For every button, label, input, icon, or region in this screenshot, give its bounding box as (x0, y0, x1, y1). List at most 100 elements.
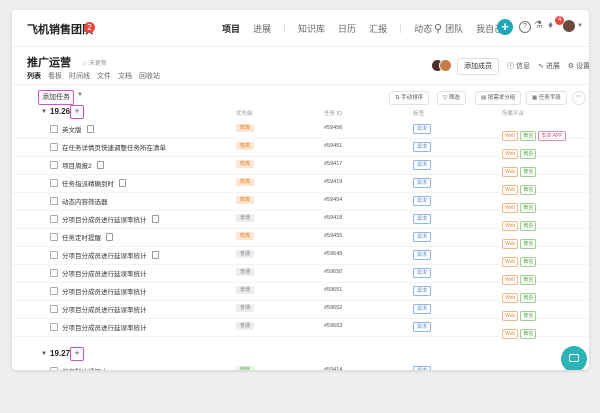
task-checkbox[interactable] (50, 125, 58, 133)
table-row[interactable]: 分项目分成员进行延误率统计 普通 #59651 需求 Web 微信 (12, 282, 589, 303)
table-row[interactable]: 分项目分成员进行延误率统计 普通 #59650 需求 Web 微信 (12, 264, 589, 285)
platform-list[interactable]: Web 微信 (502, 322, 538, 340)
group-button[interactable]: ▤ 按需求分组 (475, 91, 522, 105)
task-name[interactable]: 任务默认通知人 (62, 366, 108, 370)
task-checkbox[interactable] (50, 287, 58, 295)
table-row[interactable]: 分项目分成员进行延误率统计 普通 #59418 需求 Web 微信 (12, 210, 589, 231)
group-header[interactable]: ▼ 19.27 + (12, 346, 589, 362)
tab-kanban[interactable]: 看板 (48, 73, 62, 80)
tab-files[interactable]: 文件 (97, 73, 111, 80)
task-name[interactable]: 动态内容筛选器 (62, 196, 108, 206)
tag-badge[interactable]: 需求 (413, 160, 432, 170)
table-row[interactable]: 任务指派精确到时 较高 #59419 需求 Web 微信 (12, 174, 589, 195)
priority-badge[interactable]: 较高 (236, 124, 255, 132)
tag-badge[interactable]: 需求 (413, 286, 432, 296)
chat-icon[interactable] (561, 346, 587, 370)
tag-badge[interactable]: 需求 (413, 304, 432, 314)
chevron-down-icon[interactable]: ▼ (77, 92, 83, 98)
table-row[interactable]: 在任务详情页快速调整任务所在清单 较高 #59451 需求 Web 微信 (12, 138, 589, 159)
tag-badge[interactable]: 需求 (413, 366, 432, 370)
tab-list[interactable]: 列表 (27, 73, 41, 80)
priority-badge[interactable]: 较低 (236, 366, 255, 370)
task-name[interactable]: 项目周报2 (62, 160, 104, 170)
sort-button[interactable]: ⇅ 手动排序 (389, 91, 430, 105)
add-member-button[interactable]: 添加成员 (457, 58, 499, 75)
team-name[interactable]: 飞机销售团队 (27, 21, 93, 37)
table-row[interactable]: 任务定时提醒 较高 #59455 需求 Web 微信 (12, 228, 589, 249)
lab-icon[interactable]: ⚗ (534, 20, 543, 31)
chevron-down-icon[interactable]: ▼ (41, 109, 47, 115)
priority-badge[interactable]: 普通 (236, 286, 255, 294)
tag-badge[interactable]: 需求 (413, 268, 432, 278)
chevron-down-icon[interactable]: ▼ (41, 351, 47, 357)
task-name[interactable]: 分项目分成员进行延误率统计 (62, 214, 159, 224)
priority-badge[interactable]: 普通 (236, 322, 255, 330)
task-checkbox[interactable] (50, 269, 58, 277)
table-row[interactable]: 项目周报2 较高 #59417 需求 Web 微信 (12, 156, 589, 177)
tab-docs[interactable]: 文档 (118, 73, 132, 80)
group-header[interactable]: ▼ 19.26 + 优先级 任务 ID 标签 所属平台 (12, 104, 589, 120)
nav-knowledge[interactable]: 知识库 (298, 22, 325, 35)
task-name[interactable]: 任务指派精确到时 (62, 178, 126, 188)
nav-activity[interactable]: 动态 (414, 22, 432, 35)
tag-badge[interactable]: 需求 (413, 322, 432, 332)
task-name[interactable]: 在任务详情页快速调整任务所在清单 (62, 142, 166, 152)
priority-badge[interactable]: 较高 (236, 232, 255, 240)
task-checkbox[interactable] (50, 161, 58, 169)
tag-badge[interactable]: 需求 (413, 232, 432, 242)
priority-badge[interactable]: 较高 (236, 160, 255, 168)
tag-badge[interactable]: 需求 (413, 124, 432, 134)
task-checkbox[interactable] (50, 197, 58, 205)
task-checkbox[interactable] (50, 367, 58, 370)
task-checkbox[interactable] (50, 251, 58, 259)
tag-badge[interactable]: 需求 (413, 250, 432, 260)
table-row[interactable]: 任务默认通知人 较低 #59414 需求 安卓 APP (12, 362, 589, 370)
task-name[interactable]: 分项目分成员进行延误率统计 (62, 304, 147, 314)
task-checkbox[interactable] (50, 233, 58, 241)
tag-badge[interactable]: 需求 (413, 214, 432, 224)
nav-report[interactable]: 汇报 (369, 22, 387, 35)
bell-icon[interactable]: ♦ (548, 20, 553, 31)
tag-badge[interactable]: 需求 (413, 142, 432, 152)
task-checkbox[interactable] (50, 323, 58, 331)
tab-recycle[interactable]: 回收站 (139, 73, 160, 80)
priority-badge[interactable]: 较高 (236, 196, 255, 204)
info-link[interactable]: 信息 (516, 63, 530, 70)
nav-progress[interactable]: 进展 (253, 22, 271, 35)
user-avatar[interactable] (563, 20, 575, 32)
table-row[interactable]: 动态内容筛选器 较高 #59454 需求 Web 微信 (12, 192, 589, 213)
more-icon[interactable]: ⋯ (572, 91, 586, 105)
priority-badge[interactable]: 普通 (236, 268, 255, 276)
settings-link[interactable]: 设置 (576, 63, 589, 70)
platform-list[interactable]: 安卓 APP (502, 366, 531, 370)
task-checkbox[interactable] (50, 305, 58, 313)
task-name[interactable]: 分项目分成员进行延误率统计 (62, 286, 147, 296)
table-row[interactable]: 分项目分成员进行延误率统计 普通 #59649 需求 Web 微信 (12, 246, 589, 267)
help-icon[interactable]: ? (519, 21, 531, 33)
table-row[interactable]: 英文版 较高 #59456 需求 Web 微信 安卓 APP (12, 120, 589, 141)
task-name[interactable]: 分项目分成员进行延误率统计 (62, 268, 147, 278)
task-checkbox[interactable] (50, 215, 58, 223)
nav-projects[interactable]: 项目 (222, 22, 240, 35)
priority-badge[interactable]: 较高 (236, 142, 255, 150)
add-task-plus-icon[interactable]: + (70, 105, 84, 119)
nav-team[interactable]: 团队 (445, 22, 463, 35)
tag-badge[interactable]: 需求 (413, 196, 432, 206)
filter-button[interactable]: ▽ 筛选 (437, 91, 466, 105)
tab-timeline[interactable]: 时间线 (69, 73, 90, 80)
task-name[interactable]: 任务定时提醒 (62, 232, 113, 242)
chevron-down-icon[interactable]: ▼ (577, 23, 583, 29)
table-row[interactable]: 分项目分成员进行延误率统计 普通 #59653 需求 Web 微信 (12, 318, 589, 340)
priority-badge[interactable]: 较高 (236, 178, 255, 186)
tag-badge[interactable]: 需求 (413, 178, 432, 188)
priority-badge[interactable]: 普通 (236, 214, 255, 222)
favorite-status[interactable]: ☆ 未更新 (82, 58, 107, 67)
task-name[interactable]: 分项目分成员进行延误率统计 (62, 250, 159, 260)
search-icon[interactable]: ⚲ (434, 22, 442, 35)
fields-button[interactable]: ▦ 任务字段 (526, 91, 567, 105)
task-checkbox[interactable] (50, 143, 58, 151)
task-name[interactable]: 英文版 (62, 124, 94, 134)
progress-link[interactable]: 进展 (546, 63, 560, 70)
priority-badge[interactable]: 普通 (236, 304, 255, 312)
table-row[interactable]: 分项目分成员进行延误率统计 普通 #59652 需求 Web 微信 (12, 300, 589, 321)
